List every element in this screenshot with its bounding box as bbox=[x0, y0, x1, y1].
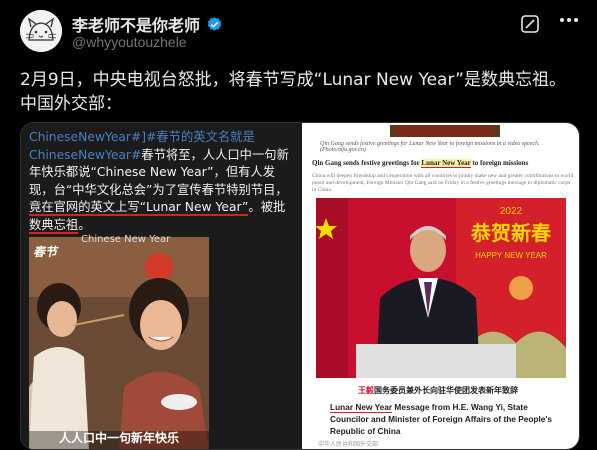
headline-highlight: Lunar New Year bbox=[421, 159, 471, 168]
wang-caption-rest: 国务委员兼外长向驻华使团发表新年致辞 bbox=[374, 386, 518, 395]
caption-underlined-2: 数典忘祖 bbox=[29, 217, 79, 234]
headline-post: to foreign missions bbox=[470, 159, 529, 167]
handle[interactable]: @whyyoutouzhele bbox=[72, 34, 187, 50]
display-name[interactable]: 李老师不是你老师 bbox=[72, 12, 200, 36]
news-headline: Qin Gang sends festive greetings for Lun… bbox=[312, 159, 529, 168]
tweet-line-2: 中国外交部： bbox=[20, 94, 122, 114]
news-body: China will deepen friendship and coopera… bbox=[312, 173, 574, 193]
channel-logo: 春节 bbox=[33, 245, 58, 259]
banner-year: 2022 bbox=[500, 206, 523, 217]
video-subtitle: 人人口中一句新年快乐 bbox=[58, 431, 179, 445]
wang-name: 王毅 bbox=[358, 386, 374, 395]
footer-caption: 中华人民共和国外交部 bbox=[318, 441, 379, 448]
headline-pre: Qin Gang sends festive greetings for bbox=[312, 159, 422, 167]
grok-icon[interactable] bbox=[520, 14, 540, 34]
banner-chinese: 恭贺新春 bbox=[470, 221, 552, 245]
caption-underlined-1: 竟在官网的英文上写“Lunar New Year” bbox=[29, 200, 249, 216]
tweet-line-1: 2月9日，中央电视台怒批，将春节写成“Lunar New Year”是数典忘祖。 bbox=[20, 70, 566, 90]
tweet-header: 李老师不是你老师 @whyyoutouzhele bbox=[0, 0, 597, 60]
video-still bbox=[29, 237, 209, 449]
avatar[interactable] bbox=[20, 10, 62, 52]
english-caption: Lunar New Year Message from H.E. Wang Yi… bbox=[330, 401, 566, 437]
caption-text-mid: 。被批 bbox=[248, 200, 286, 214]
more-options-icon[interactable] bbox=[560, 18, 578, 24]
left-image-caption: ChineseNewYear#]#春节的英文名就是ChineseNewYear#… bbox=[29, 129, 295, 234]
verified-badge-icon bbox=[206, 16, 223, 33]
news-photo-caption: Qin Gang sends festive greetings for Lun… bbox=[320, 141, 540, 153]
wang-yi-photo: 2022 恭贺新春 HAPPY NEW YEAR bbox=[316, 198, 566, 378]
video-top-subtitle: Chinese New Year bbox=[81, 234, 171, 245]
wang-caption: 王毅国务委员兼外长向驻华使团发表新年致辞 bbox=[358, 385, 518, 396]
banner-english: HAPPY NEW YEAR bbox=[475, 251, 547, 260]
caption-text-end: 。 bbox=[78, 217, 91, 232]
tweet-media[interactable]: ChineseNewYear#]#春节的英文名就是ChineseNewYear#… bbox=[20, 122, 580, 450]
english-caption-underlined: Lunar New Year bbox=[330, 402, 393, 413]
media-image-left[interactable]: ChineseNewYear#]#春节的英文名就是ChineseNewYear#… bbox=[21, 123, 300, 449]
media-image-right[interactable]: Qin Gang sends festive greetings for Lun… bbox=[302, 123, 579, 449]
tweet-text: 2月9日，中央电视台怒批，将春节写成“Lunar New Year”是数典忘祖。… bbox=[20, 68, 580, 116]
